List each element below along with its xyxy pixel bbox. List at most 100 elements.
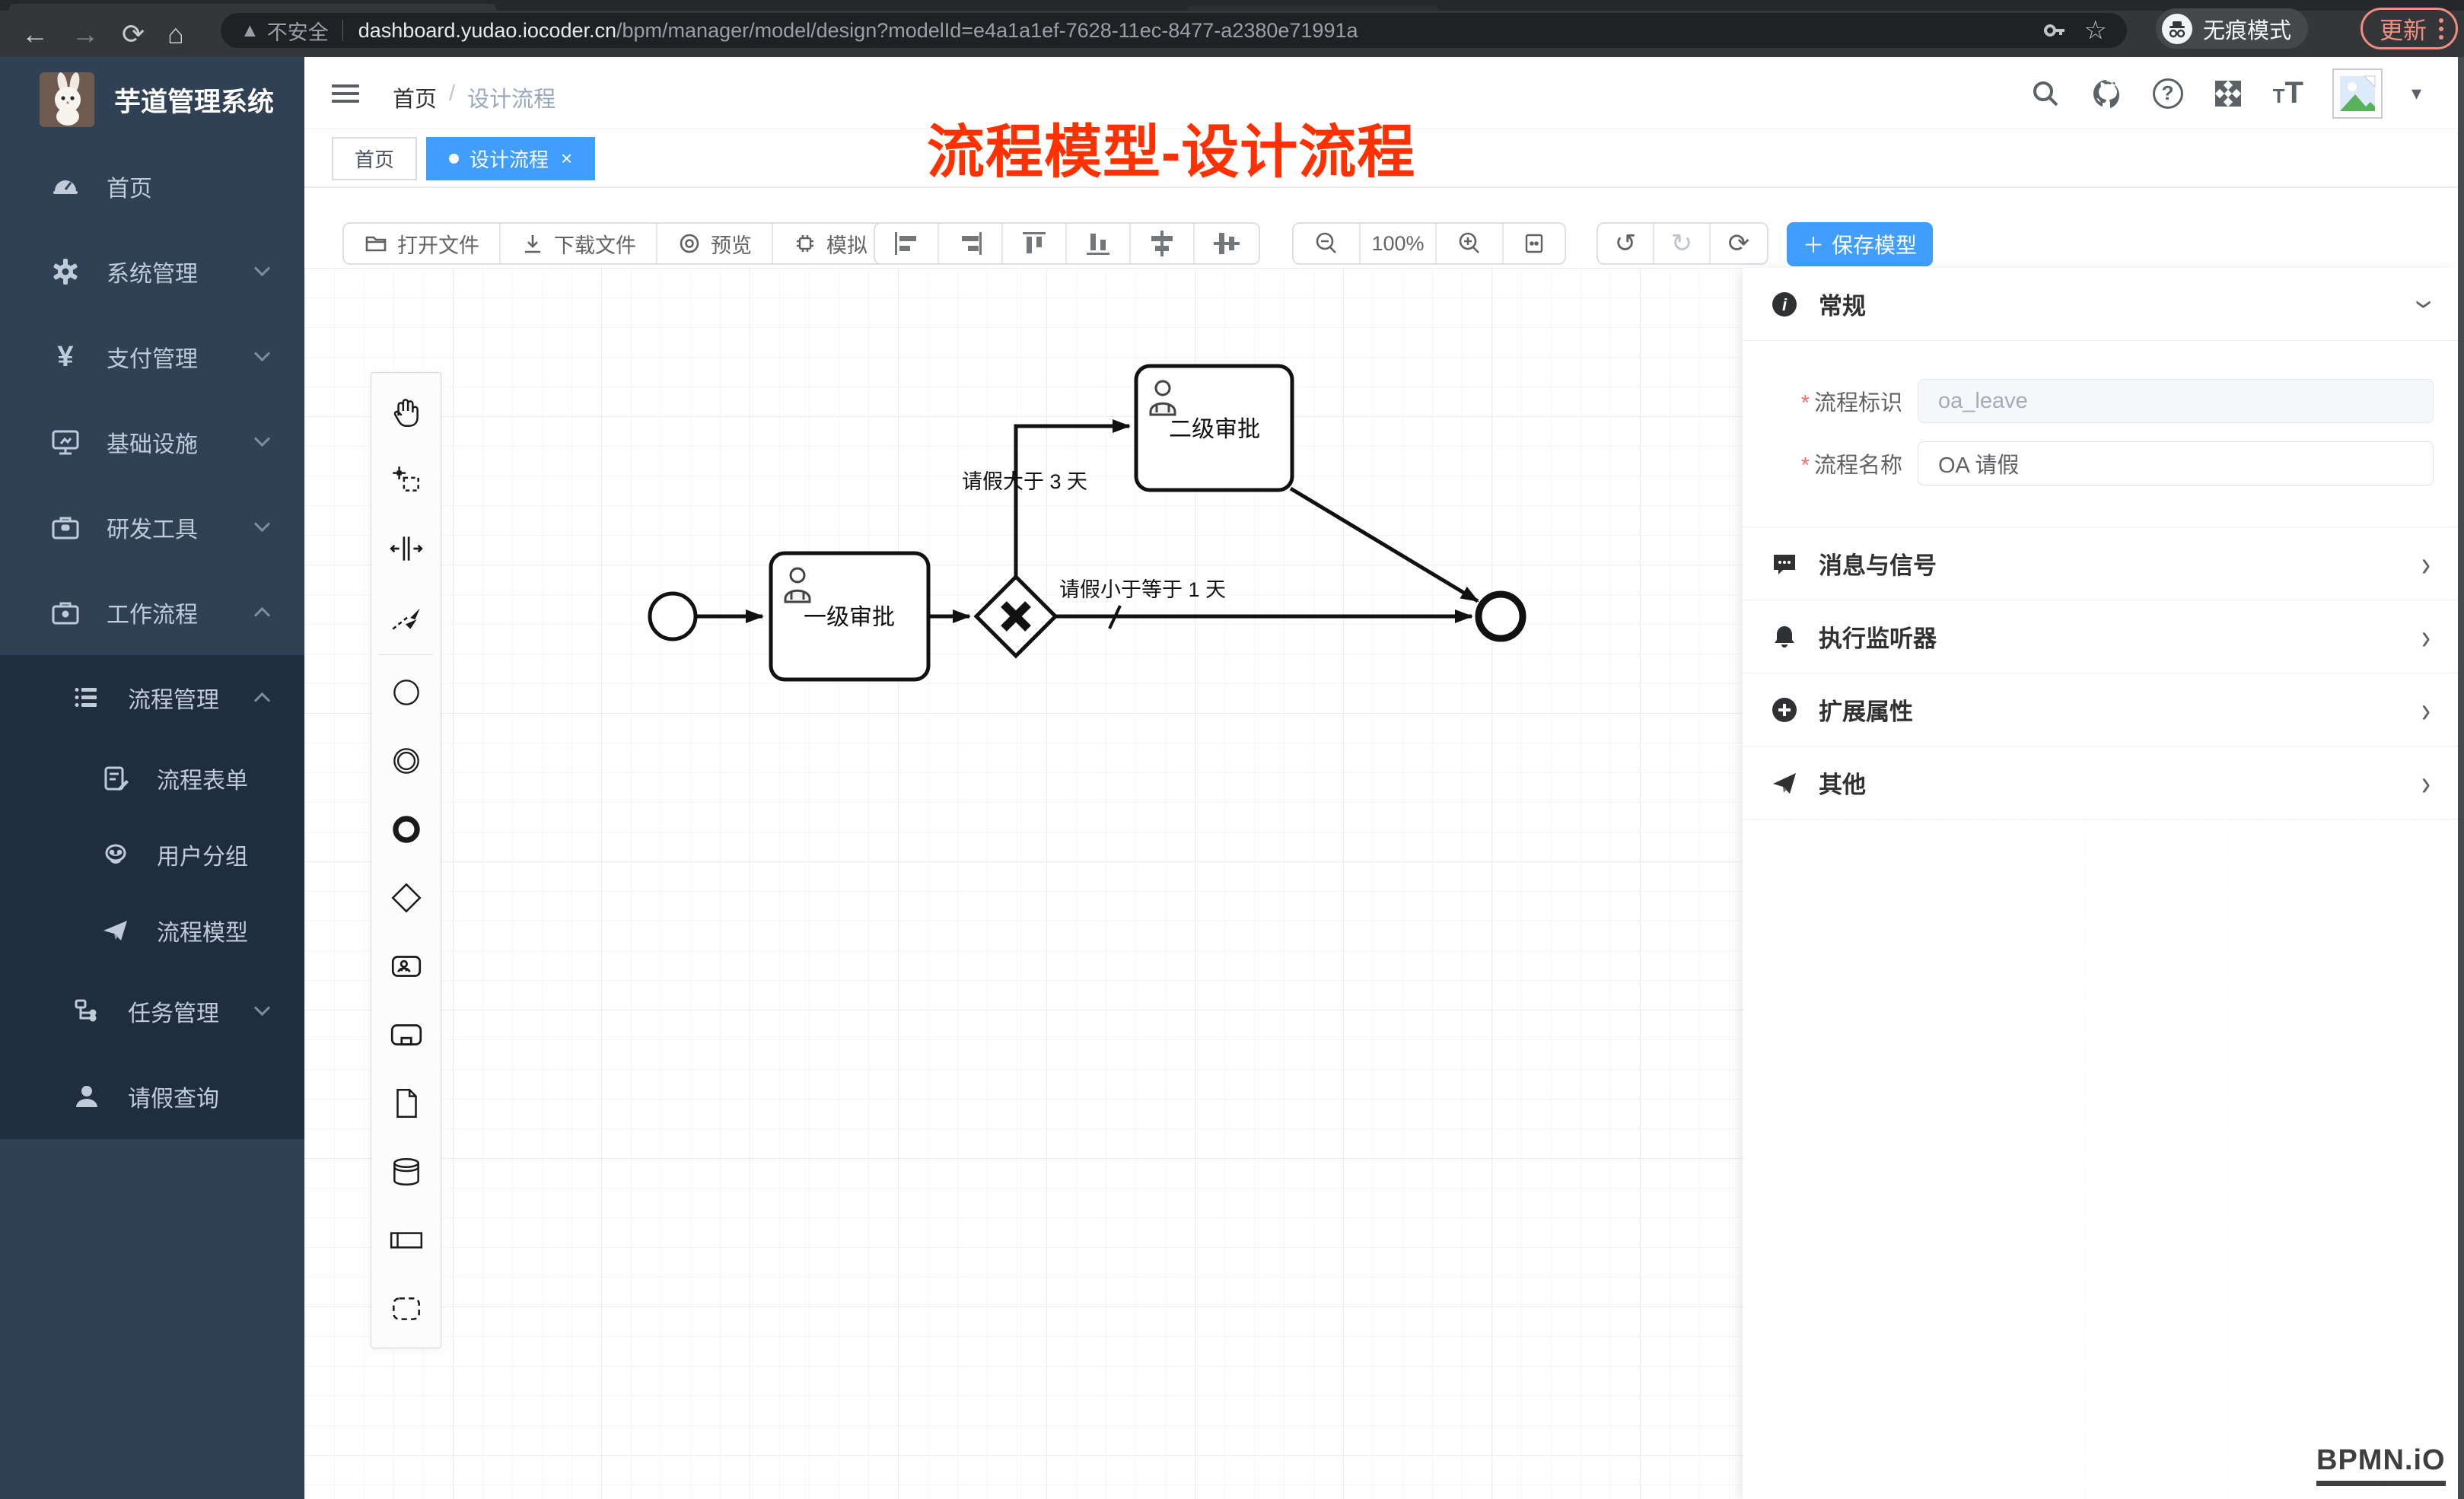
sidebar-item-process-model[interactable]: 流程模型 (0, 893, 304, 969)
preview-button[interactable]: 预览 (657, 224, 773, 263)
sidebar-item-task-management[interactable]: 任务管理 (0, 969, 304, 1054)
github-icon[interactable] (2090, 77, 2124, 110)
palette-space-tool[interactable] (371, 514, 441, 583)
app-logo-row[interactable]: 芋道管理系统 (0, 57, 304, 142)
plus-icon: ＋ (1803, 229, 1824, 259)
preview-icon (677, 231, 702, 256)
align-middle-button[interactable] (1195, 224, 1259, 263)
sidebar-item-leave-query[interactable]: 请假查询 (0, 1054, 304, 1139)
align-center-button[interactable] (1131, 224, 1195, 263)
restart-button[interactable]: ⟳ (1711, 224, 1767, 263)
palette-call-activity[interactable] (371, 1001, 441, 1069)
palette-user-task[interactable] (371, 932, 441, 1001)
section-general[interactable]: i 常规 › (1743, 268, 2458, 341)
simulate-button[interactable]: 模拟 (773, 224, 887, 263)
breadcrumb-current: 设计流程 (467, 81, 556, 113)
section-execution-listeners[interactable]: 执行监听器 › (1743, 600, 2458, 673)
font-size-icon[interactable]: TT (2273, 76, 2303, 110)
palette-separator (379, 654, 433, 655)
sidebar-item-user-group[interactable]: 用户分组 (0, 816, 304, 893)
process-key-input[interactable] (1918, 379, 2434, 423)
search-icon[interactable] (2029, 78, 2061, 110)
palette-data-object[interactable] (371, 1069, 441, 1138)
sidebar-item-home[interactable]: 首页 (0, 144, 304, 229)
palette-intermediate-event[interactable] (371, 727, 441, 795)
palette-gateway[interactable] (371, 864, 441, 932)
section-other[interactable]: 其他 › (1743, 746, 2458, 820)
palette-start-event[interactable] (371, 658, 441, 727)
zoom-in-button[interactable] (1437, 224, 1504, 263)
back-icon[interactable]: ← (21, 18, 49, 50)
sidebar-item-devtools[interactable]: 研发工具 (0, 485, 304, 570)
bpmn-io-watermark[interactable]: BPMN.iO (2316, 1444, 2446, 1486)
zoom-out-button[interactable] (1294, 224, 1361, 263)
sidebar-item-infra[interactable]: 基础设施 (0, 399, 304, 485)
process-name-input[interactable] (1918, 441, 2434, 485)
sidebar-collapse-icon[interactable] (332, 80, 359, 107)
fullscreen-icon[interactable] (2212, 78, 2244, 110)
download-icon (520, 231, 545, 256)
open-file-button[interactable]: 打开文件 (344, 224, 501, 263)
sidebar-item-process-management[interactable]: 流程管理 (0, 655, 304, 740)
help-icon[interactable]: ? (2153, 78, 2183, 109)
section-extended-attributes[interactable]: 扩展属性 › (1743, 673, 2458, 746)
folder-icon (364, 231, 388, 256)
reload-icon[interactable]: ⟳ (122, 18, 145, 50)
section-messages-signals[interactable]: 消息与信号 › (1743, 527, 2458, 600)
sidebar-item-process-form[interactable]: 流程表单 (0, 740, 304, 816)
browser-other-tab[interactable] (1187, 5, 1438, 11)
chevron-right-icon: › (2421, 689, 2431, 730)
annotation-title: 流程模型-设计流程 (927, 105, 1415, 189)
save-model-button[interactable]: ＋ 保存模型 (1787, 222, 1933, 266)
palette-group[interactable] (371, 1275, 441, 1343)
tab-design-process[interactable]: 设计流程 × (426, 137, 595, 180)
breadcrumb-home[interactable]: 首页 (393, 81, 437, 113)
chevron-down-icon (254, 431, 270, 447)
zoom-reset-button[interactable] (1504, 224, 1565, 263)
redo-button[interactable]: ↻ (1654, 224, 1711, 263)
key-icon[interactable] (2042, 18, 2068, 43)
forward-icon[interactable]: → (72, 18, 99, 50)
chevron-down-icon (254, 1000, 270, 1016)
security-label: 不安全 (267, 16, 329, 46)
palette-hand-tool[interactable] (371, 377, 441, 446)
field-label-process-key: *流程标识 (1743, 385, 1902, 417)
toolbox-icon (49, 512, 82, 543)
warning-icon: ▲ (240, 20, 259, 42)
chevron-right-icon: › (2421, 543, 2431, 584)
palette-data-store[interactable] (371, 1138, 441, 1206)
palette-participant-pool[interactable] (371, 1206, 441, 1275)
url-bar[interactable]: ▲ 不安全 dashboard.yudao.iocoder.cn/bpm/man… (221, 13, 2127, 48)
browser-update-button[interactable]: 更新 (2361, 8, 2458, 49)
message-icon (1770, 550, 1799, 578)
url-path: /bpm/manager/model/design?modelId=e4a1a1… (616, 19, 1358, 43)
download-file-button[interactable]: 下载文件 (501, 224, 657, 263)
avatar[interactable] (2332, 68, 2383, 119)
avatar-caret-icon[interactable]: ▾ (2411, 81, 2421, 105)
start-event[interactable] (650, 594, 696, 639)
chevron-up-icon (254, 607, 270, 623)
sidebar-item-payment[interactable]: ¥ 支付管理 (0, 314, 304, 399)
undo-button[interactable]: ↺ (1598, 224, 1654, 263)
align-right-button[interactable] (939, 224, 1003, 263)
palette-end-event[interactable] (371, 795, 441, 864)
end-event[interactable] (1479, 594, 1523, 638)
align-left-button[interactable] (875, 224, 939, 263)
browser-menu-icon[interactable] (2439, 18, 2443, 40)
align-bottom-button[interactable] (1067, 224, 1131, 263)
align-top-button[interactable] (1003, 224, 1067, 263)
field-label-process-name: *流程名称 (1743, 447, 1902, 479)
home-icon[interactable]: ⌂ (167, 18, 184, 50)
flow-gateway-to-task2[interactable] (1016, 426, 1129, 577)
flow-task2-to-end[interactable] (1291, 489, 1478, 601)
sidebar-item-workflow[interactable]: 工作流程 (0, 570, 304, 655)
close-tab-icon[interactable]: × (561, 147, 572, 170)
tab-home[interactable]: 首页 (332, 137, 417, 180)
align-left-icon (889, 226, 924, 261)
bookmark-star-icon[interactable]: ☆ (2084, 15, 2107, 46)
palette-global-connect-tool[interactable] (371, 583, 441, 651)
browser-active-tab[interactable] (9, 4, 496, 11)
palette-lasso-tool[interactable] (371, 446, 441, 514)
app-title: 芋道管理系统 (114, 81, 274, 119)
sidebar-item-system[interactable]: 系统管理 (0, 229, 304, 314)
